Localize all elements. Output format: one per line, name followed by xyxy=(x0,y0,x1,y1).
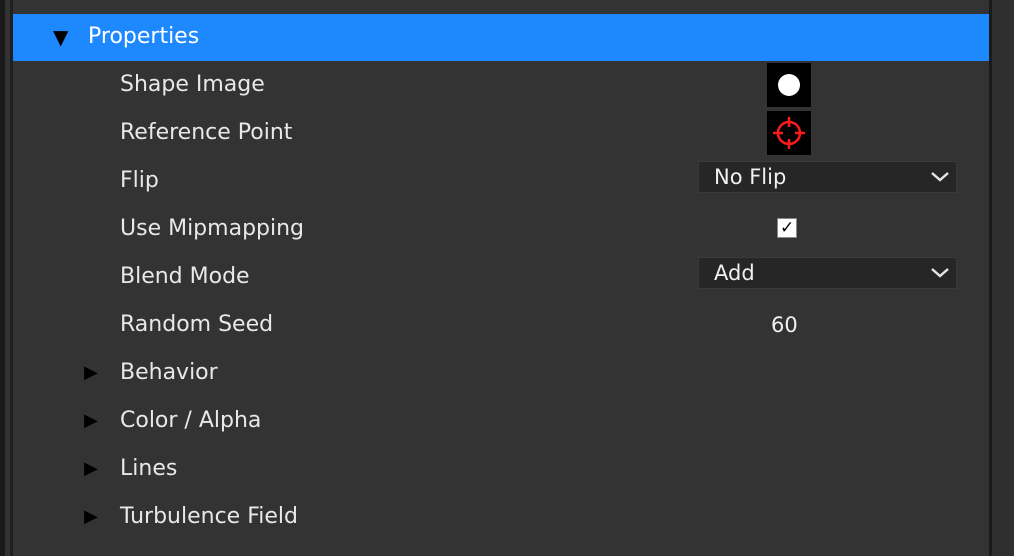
blend-mode-dropdown[interactable]: Add xyxy=(698,257,957,289)
section-title: Properties xyxy=(88,24,200,49)
flip-dropdown[interactable]: No Flip xyxy=(698,161,957,193)
panel-left-border xyxy=(0,0,5,556)
property-label: Blend Mode xyxy=(120,264,250,289)
crosshair-icon xyxy=(773,117,805,149)
property-row-shape-image: Shape Image xyxy=(13,62,989,110)
expand-right-arrow-icon[interactable]: ▶ xyxy=(84,362,98,384)
group-row-turbulence-field[interactable]: ▶ Turbulence Field xyxy=(13,494,989,542)
random-seed-field[interactable]: 60 xyxy=(771,312,798,338)
group-row-color-alpha[interactable]: ▶ Color / Alpha xyxy=(13,398,989,446)
scrollbar-gutter[interactable] xyxy=(992,0,1014,556)
group-label: Behavior xyxy=(120,360,218,385)
properties-section-header[interactable]: ▼ Properties xyxy=(13,14,989,61)
property-row-flip: Flip No Flip xyxy=(13,158,989,206)
property-label: Random Seed xyxy=(120,312,274,337)
chevron-down-icon xyxy=(931,268,949,278)
property-label: Use Mipmapping xyxy=(120,216,305,241)
white-circle-icon xyxy=(778,74,800,96)
properties-panel: ▼ Properties Shape Image Reference Point… xyxy=(0,0,1014,556)
group-row-lines[interactable]: ▶ Lines xyxy=(13,446,989,494)
property-label: Shape Image xyxy=(120,72,265,97)
shape-image-thumbnail[interactable] xyxy=(767,63,811,107)
property-label: Flip xyxy=(120,168,159,193)
group-label: Turbulence Field xyxy=(120,504,298,529)
property-label: Reference Point xyxy=(120,120,293,145)
expand-down-arrow-icon[interactable]: ▼ xyxy=(53,24,68,50)
dropdown-value: No Flip xyxy=(714,165,787,189)
dropdown-value: Add xyxy=(714,261,755,285)
checkmark-icon: ✓ xyxy=(780,218,795,238)
property-row-blend-mode: Blend Mode Add xyxy=(13,254,989,302)
group-row-behavior[interactable]: ▶ Behavior xyxy=(13,350,989,398)
group-label: Lines xyxy=(120,456,178,481)
expand-right-arrow-icon[interactable]: ▶ xyxy=(84,410,98,432)
expand-right-arrow-icon[interactable]: ▶ xyxy=(84,506,98,528)
property-row-random-seed: Random Seed 60 xyxy=(13,302,989,350)
property-row-use-mipmapping: Use Mipmapping ✓ xyxy=(13,206,989,254)
expand-right-arrow-icon[interactable]: ▶ xyxy=(84,458,98,480)
reference-point-thumbnail[interactable] xyxy=(767,111,811,155)
chevron-down-icon xyxy=(931,172,949,182)
use-mipmapping-checkbox[interactable]: ✓ xyxy=(777,218,797,238)
group-label: Color / Alpha xyxy=(120,408,262,433)
property-row-reference-point: Reference Point xyxy=(13,110,989,158)
